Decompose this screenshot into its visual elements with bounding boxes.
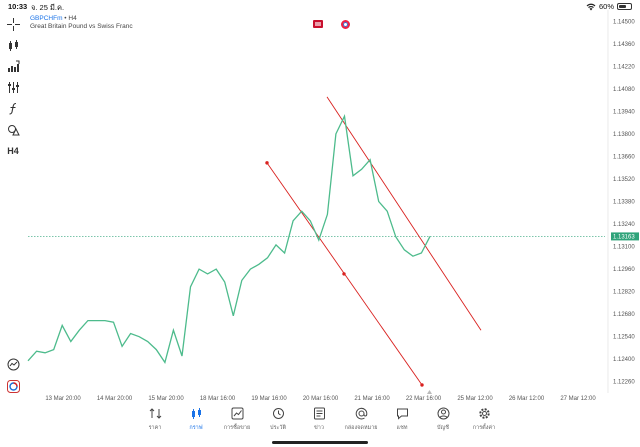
price-tick-label: 1.12820 bbox=[613, 290, 635, 296]
news-icon bbox=[313, 407, 325, 420]
price-tick-label: 1.12680 bbox=[613, 312, 635, 318]
price-tick-label: 1.14500 bbox=[613, 19, 635, 25]
status-date: จ. 25 มี.ค. bbox=[31, 3, 65, 12]
trade-icon bbox=[231, 407, 243, 420]
chf-flag-icon bbox=[341, 20, 350, 29]
symbol-description: Great Britain Pound vs Swiss Franc bbox=[30, 23, 133, 30]
status-bar: 10:33 จ. 25 มี.ค. 60% bbox=[0, 0, 640, 12]
price-tick-label: 1.13240 bbox=[613, 222, 635, 228]
nav-trade[interactable]: การซื้อขาย bbox=[215, 407, 259, 432]
price-tick-label: 1.13660 bbox=[613, 154, 635, 160]
price-tick-label: 1.14360 bbox=[613, 42, 635, 48]
trading-signals-icon[interactable] bbox=[5, 356, 21, 372]
candles-icon bbox=[191, 408, 201, 419]
price-tick-label: 1.12960 bbox=[613, 267, 635, 273]
price-tick-label: 1.13380 bbox=[613, 200, 635, 206]
time-tick-label: 25 Mar 12:00 bbox=[457, 396, 493, 400]
history-icon bbox=[272, 408, 284, 419]
price-tick-label: 1.14080 bbox=[613, 87, 635, 93]
nav-history[interactable]: ประวัติ bbox=[256, 407, 300, 432]
time-tick-label: 27 Mar 12:00 bbox=[560, 396, 596, 400]
time-tick-label: 18 Mar 16:00 bbox=[200, 396, 236, 400]
gear-icon bbox=[478, 408, 490, 419]
current-price-tag: 1.13163 bbox=[611, 232, 639, 241]
price-tick-label: 1.13800 bbox=[613, 132, 635, 138]
left-toolbar: H4 bbox=[0, 12, 26, 394]
price-axis: 1.14500 1.14360 1.14220 1.14080 1.13940 1.138… bbox=[607, 10, 635, 393]
trend-channel[interactable] bbox=[265, 96, 482, 387]
nav-quotes[interactable]: ราคา bbox=[133, 407, 177, 432]
price-series-line bbox=[27, 114, 431, 364]
timeframe-button[interactable]: H4 bbox=[5, 143, 21, 159]
time-tick-label: 22 Mar 16:00 bbox=[406, 396, 442, 400]
time-tick-label: 20 Mar 16:00 bbox=[303, 396, 339, 400]
gbp-flag-icon bbox=[313, 20, 323, 28]
price-tick-label: 1.13520 bbox=[613, 177, 635, 183]
nav-chat[interactable]: แชท bbox=[380, 407, 424, 432]
crosshair-icon[interactable] bbox=[5, 16, 21, 32]
price-tick-label: 1.13100 bbox=[613, 245, 635, 251]
nav-account[interactable]: บัญชี bbox=[421, 407, 465, 432]
quotes-icon bbox=[149, 408, 161, 419]
time-tick-label: 26 Mar 12:00 bbox=[509, 396, 545, 400]
time-scroll-marker[interactable] bbox=[427, 390, 432, 394]
symbol-flags bbox=[313, 20, 350, 29]
nav-settings[interactable]: การตั้งค่า bbox=[462, 407, 506, 432]
symbol-header[interactable]: GBPCHFm • H4 Great Britain Pound vs Swis… bbox=[30, 15, 133, 31]
home-indicator bbox=[272, 441, 368, 444]
trendline-handle[interactable] bbox=[265, 161, 269, 165]
nav-chart[interactable]: กราฟ bbox=[174, 407, 218, 432]
price-chart[interactable]: 1.14500 1.14360 1.14220 1.14080 1.13940 1.138… bbox=[0, 0, 640, 400]
trendline-handle[interactable] bbox=[420, 383, 424, 387]
price-tick-label: 1.14220 bbox=[613, 64, 635, 70]
chat-icon bbox=[396, 408, 408, 420]
nav-mailbox[interactable]: กล่องจดหมาย bbox=[339, 407, 383, 432]
indicators-icon[interactable] bbox=[5, 58, 21, 74]
app-logo-icon[interactable] bbox=[5, 378, 21, 394]
time-tick-label: 19 Mar 16:00 bbox=[251, 396, 287, 400]
battery-percent: 60% bbox=[598, 2, 614, 11]
mail-icon bbox=[355, 407, 367, 420]
svg-text:1.13163: 1.13163 bbox=[613, 235, 635, 241]
time-tick-label: 21 Mar 16:00 bbox=[354, 396, 390, 400]
price-tick-label: 1.12400 bbox=[613, 357, 635, 363]
wifi-icon bbox=[586, 3, 596, 10]
time-tick-label: 13 Mar 20:00 bbox=[45, 396, 81, 400]
time-tick-label: 15 Mar 20:00 bbox=[148, 396, 184, 400]
objects-icon[interactable] bbox=[5, 121, 21, 137]
price-tick-label: 1.13940 bbox=[613, 109, 635, 115]
status-time: 10:33 bbox=[8, 2, 28, 11]
price-tick-label: 1.12260 bbox=[613, 380, 635, 386]
symbol-timeframe: H4 bbox=[68, 15, 77, 22]
chart-type-candles-icon[interactable] bbox=[5, 37, 21, 53]
time-tick-label: 14 Mar 20:00 bbox=[97, 396, 133, 400]
time-axis: 13 Mar 20:00 14 Mar 20:00 15 Mar 20:00 18 M… bbox=[45, 396, 596, 400]
settings-sliders-icon[interactable] bbox=[5, 79, 21, 95]
price-tick-label: 1.12540 bbox=[613, 335, 635, 341]
trendline-handle[interactable] bbox=[342, 272, 346, 276]
symbol-name: GBPCHFm bbox=[30, 15, 63, 22]
function-icon[interactable] bbox=[5, 100, 21, 116]
trendline-upper[interactable] bbox=[326, 96, 482, 331]
account-icon bbox=[437, 407, 449, 420]
nav-news[interactable]: ข่าว bbox=[297, 407, 341, 432]
battery-icon bbox=[617, 3, 632, 10]
